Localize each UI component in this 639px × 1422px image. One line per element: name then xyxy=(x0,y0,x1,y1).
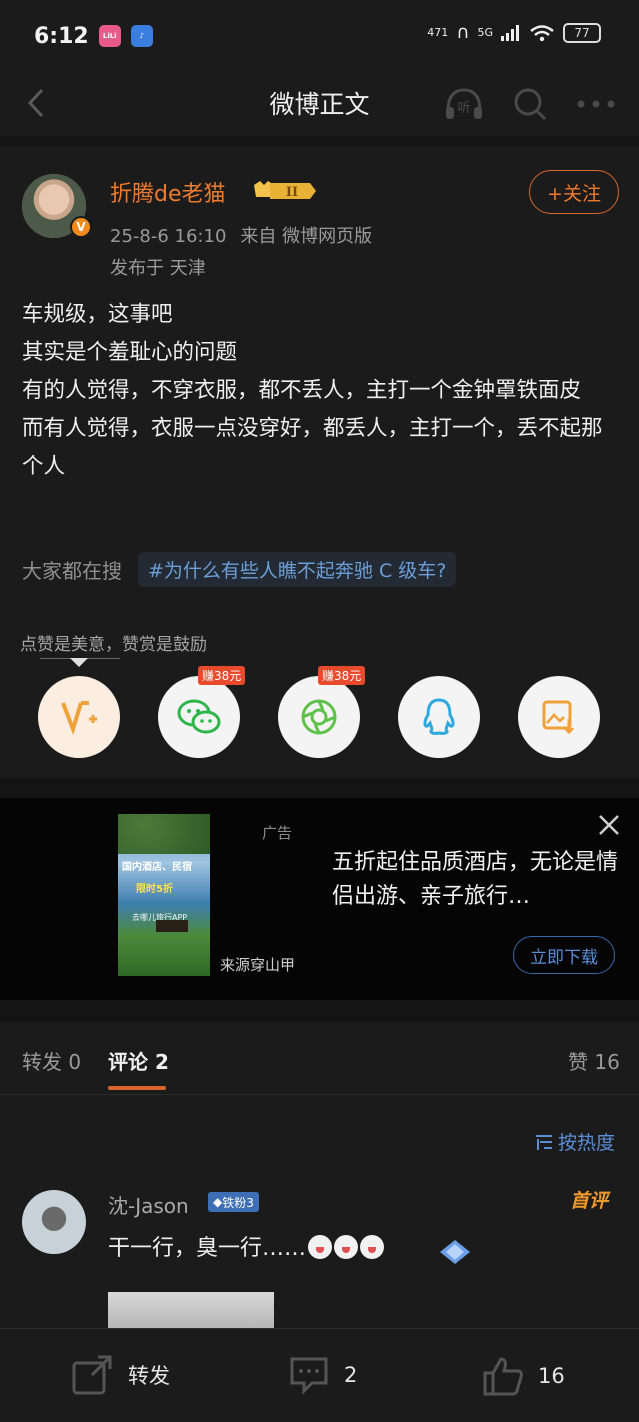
author-avatar[interactable]: V xyxy=(22,174,92,238)
wechat-share-button[interactable]: 赚38元 xyxy=(158,666,246,758)
ad-text[interactable]: 五折起住品质酒店，无论是情侣出游、亲子旅行… xyxy=(332,846,622,914)
top-nav-bar: 微博正文 听 xyxy=(0,72,639,134)
moments-share-button[interactable]: 赚38元 xyxy=(278,666,366,758)
reward-v-icon xyxy=(61,701,97,735)
verified-v-icon: V xyxy=(70,216,92,238)
more-icon[interactable] xyxy=(575,84,617,124)
active-tab-indicator xyxy=(108,1086,166,1090)
comment-count: 2 xyxy=(344,1363,358,1387)
comment-icon xyxy=(290,1357,328,1395)
ad-source: 来源穿山甲 xyxy=(220,956,296,974)
comment-text-content: 干一行，臭一行…… xyxy=(108,1236,307,1261)
divider xyxy=(0,136,639,146)
page-title: 微博正文 xyxy=(269,90,370,119)
signal-icon xyxy=(501,24,519,41)
like-count: 16 xyxy=(538,1364,565,1388)
net-speed: 471 xyxy=(427,26,449,39)
emoji-icon xyxy=(360,1235,385,1259)
like-button[interactable]: 16 xyxy=(482,1355,565,1397)
post-meta: 25-8-6 16:10 来自 微博网页版 xyxy=(110,222,372,248)
ad-image-bench xyxy=(156,920,188,932)
status-indicators: 471 ∩ 5G 77 xyxy=(427,22,601,43)
trending-search-label: 大家都在搜 xyxy=(22,559,122,583)
back-arrow-icon[interactable] xyxy=(22,86,52,120)
sort-icon xyxy=(536,1134,552,1150)
post-line: 而有人觉得，衣服一点没穿好，都丢人，主打一个，丢不起那个人 xyxy=(22,416,603,479)
signal-label: 5G xyxy=(477,26,493,39)
battery-icon: 77 xyxy=(563,22,601,43)
commenter-avatar[interactable] xyxy=(22,1190,86,1254)
earn-badge: 赚38元 xyxy=(318,666,366,685)
fan-badge-label: 铁粉3 xyxy=(222,1195,254,1210)
sort-label: 按热度 xyxy=(558,1132,616,1154)
qq-share-button[interactable] xyxy=(398,676,480,758)
sort-by-hot-button[interactable]: 按热度 xyxy=(534,1128,615,1155)
repost-label: 转发 xyxy=(128,1364,170,1388)
rank-badge-icon[interactable]: II xyxy=(250,179,316,203)
headphones-icon: ∩ xyxy=(456,22,470,43)
search-icon[interactable] xyxy=(509,84,551,124)
rank-text: II xyxy=(286,185,298,200)
follow-button[interactable]: +关注 xyxy=(529,170,619,214)
divider xyxy=(0,1000,639,1022)
diamond-decoration-icon xyxy=(440,1240,470,1264)
repost-icon xyxy=(72,1355,112,1395)
ad-image-trees xyxy=(118,814,210,854)
close-icon[interactable] xyxy=(596,812,622,838)
commenter-name[interactable]: 沈-Jason xyxy=(108,1190,189,1219)
trending-search: 大家都在搜 #为什么有些人瞧不起奔驰 C 级车? xyxy=(22,552,457,587)
qq-icon xyxy=(423,698,455,735)
divider xyxy=(0,778,639,798)
listen-headphones-icon[interactable]: 听 xyxy=(443,84,485,124)
status-bar: 6:12 LiLi ♪ 471 ∩ 5G 77 xyxy=(0,0,639,72)
repost-button[interactable]: 转发 xyxy=(72,1355,170,1395)
download-button[interactable]: 立即下载 xyxy=(513,936,615,974)
wifi-icon xyxy=(530,24,554,41)
divider xyxy=(0,1094,639,1095)
ad-image[interactable]: 国内酒店、民宿 限时5折 去哪儿旅行APP xyxy=(118,814,210,976)
engagement-tabs: 转发 0 评论 2 赞 16 xyxy=(0,1022,639,1096)
post-source: 来自 微博网页版 xyxy=(240,226,373,247)
status-time: 6:12 xyxy=(34,23,89,49)
save-image-button[interactable] xyxy=(518,676,600,758)
author-name[interactable]: 折腾de老猫 xyxy=(110,176,226,208)
first-comment-badge: 首评 xyxy=(570,1190,609,1212)
post-line: 车规级，这事吧 xyxy=(22,302,173,327)
reward-caption: 点赞是美意，赞赏是鼓励 xyxy=(20,635,207,655)
save-image-icon xyxy=(542,700,575,735)
tab-repost[interactable]: 转发 0 xyxy=(22,1046,81,1075)
comment-text: 干一行，臭一行…… xyxy=(108,1230,385,1262)
trending-search-tag[interactable]: #为什么有些人瞧不起奔驰 C 级车? xyxy=(138,552,457,587)
emoji-icon xyxy=(334,1235,359,1259)
post-body: 车规级，这事吧 其实是个羞耻心的问题 有的人觉得，不穿衣服，都不丢人，主打一个金… xyxy=(22,296,622,486)
reward-v-button[interactable] xyxy=(38,676,120,758)
bottom-action-bar: 转发 2 16 xyxy=(0,1328,639,1422)
comment-button[interactable]: 2 xyxy=(288,1355,357,1395)
reward-pointer xyxy=(70,658,88,667)
ad-label: 广告 xyxy=(262,824,293,842)
post-line: 有的人觉得，不穿衣服，都不丢人，主打一个金钟罩铁面皮 xyxy=(22,378,582,403)
ad-image-title: 国内酒店、民宿 xyxy=(122,862,192,873)
svg-text:听: 听 xyxy=(457,101,470,116)
post-date: 25-8-6 16:10 xyxy=(110,226,227,247)
app-notification-icon: ♪ xyxy=(130,25,153,47)
post-location: 发布于 天津 xyxy=(110,258,206,279)
earn-badge: 赚38元 xyxy=(198,666,246,685)
wechat-icon xyxy=(177,699,221,734)
emoji-icon xyxy=(308,1235,333,1259)
tab-likes[interactable]: 赞 16 xyxy=(568,1046,620,1075)
ad-banner[interactable]: 国内酒店、民宿 限时5折 去哪儿旅行APP 广告 五折起住品质酒店，无论是情侣出… xyxy=(0,798,639,1000)
tab-comments[interactable]: 评论 2 xyxy=(108,1046,169,1075)
bilibili-notification-icon: LiLi xyxy=(98,25,121,47)
ad-image-subtitle: 限时5折 xyxy=(136,884,173,895)
post-line: 其实是个羞耻心的问题 xyxy=(22,340,238,365)
moments-icon xyxy=(301,699,337,735)
thumbs-up-icon xyxy=(483,1357,523,1396)
fan-badge: ◆ 铁粉3 xyxy=(208,1192,259,1212)
share-row: 赚38元 赚38元 xyxy=(38,666,608,760)
